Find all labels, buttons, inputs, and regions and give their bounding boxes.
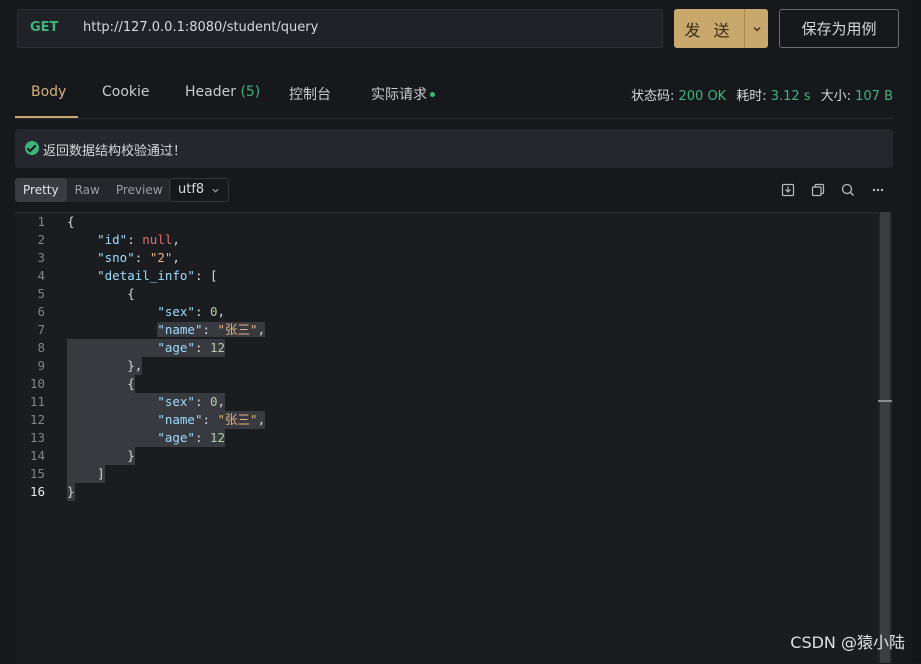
json-key: "name" bbox=[157, 412, 203, 427]
line-number: 15 bbox=[29, 466, 45, 481]
validation-banner: 返回数据结构校验通过！ bbox=[15, 129, 893, 168]
json-key: "id" bbox=[97, 232, 128, 247]
code-line: 13 "age": 12 bbox=[15, 429, 875, 447]
json-key: "name" bbox=[157, 322, 203, 337]
line-number: 9 bbox=[37, 358, 45, 373]
code-line: 7 "name": "张三", bbox=[15, 321, 875, 339]
window-edge bbox=[912, 0, 921, 663]
view-mode-preview[interactable]: Preview bbox=[108, 178, 171, 202]
watermark: CSDN @猿小陆 bbox=[790, 633, 905, 652]
line-number: 3 bbox=[37, 250, 45, 265]
response-stats: 状态码: 200 OK 耗时: 3.12 s 大小: 107 B bbox=[631, 85, 893, 104]
code-line: 1{ bbox=[15, 213, 875, 231]
size-label: 大小: bbox=[820, 89, 851, 104]
line-number: 14 bbox=[29, 448, 45, 463]
json-value: "张三" bbox=[217, 412, 258, 427]
code-line: 3 "sno": "2", bbox=[15, 249, 875, 267]
download-icon[interactable] bbox=[780, 182, 796, 198]
status-value: 200 OK bbox=[678, 89, 727, 104]
line-number: 6 bbox=[37, 304, 45, 319]
size-value: 107 B bbox=[855, 89, 893, 104]
line-number: 4 bbox=[37, 268, 45, 283]
json-key: "age" bbox=[157, 340, 195, 355]
tab-header-label: Header bbox=[185, 84, 236, 100]
line-number: 10 bbox=[29, 376, 45, 391]
time-value: 3.12 s bbox=[770, 89, 811, 104]
json-value: null bbox=[142, 232, 173, 247]
code-line: 12 "name": "张三", bbox=[15, 411, 875, 429]
scrollbar-marker bbox=[878, 400, 892, 402]
copy-icon[interactable] bbox=[810, 182, 826, 198]
view-mode-pretty[interactable]: Pretty bbox=[15, 178, 67, 202]
validation-message: 返回数据结构校验通过！ bbox=[43, 144, 187, 159]
json-key: "age" bbox=[157, 430, 195, 445]
line-number: 16 bbox=[29, 484, 45, 499]
code-line: 9 }, bbox=[15, 357, 875, 375]
status-label: 状态码: bbox=[630, 89, 675, 104]
tab-cookie[interactable]: Cookie bbox=[102, 84, 150, 100]
time-label: 耗时: bbox=[736, 89, 767, 104]
line-number: 1 bbox=[37, 214, 45, 229]
send-dropdown-button[interactable] bbox=[744, 9, 768, 48]
header-count-badge: (5) bbox=[240, 84, 261, 100]
code-line: 10 { bbox=[15, 375, 875, 393]
line-number: 12 bbox=[29, 412, 45, 427]
scrollbar-thumb[interactable] bbox=[880, 212, 890, 663]
code-line: 11 "sex": 0, bbox=[15, 393, 875, 411]
status-dot-icon bbox=[430, 91, 435, 97]
chevron-down-icon bbox=[753, 26, 760, 31]
url-bar[interactable]: GET http://127.0.0.1:8080/student/query bbox=[17, 9, 663, 48]
send-button[interactable]: 发 送 bbox=[674, 9, 744, 48]
json-value: "2" bbox=[149, 250, 173, 265]
tab-header[interactable]: Header (5) bbox=[185, 84, 260, 100]
json-value: "张三" bbox=[217, 322, 258, 337]
view-mode-raw[interactable]: Raw bbox=[67, 178, 108, 202]
tabs-divider bbox=[15, 118, 893, 119]
code-line: 4 "detail_info": [ bbox=[15, 267, 875, 285]
json-value: 0 bbox=[210, 304, 218, 319]
view-mode-switcher: Pretty Raw Preview bbox=[15, 178, 171, 202]
json-key: "sno" bbox=[97, 250, 135, 265]
more-icon[interactable] bbox=[870, 182, 886, 198]
code-line: 14 } bbox=[15, 447, 875, 465]
json-value: 12 bbox=[210, 430, 226, 445]
json-key: "sex" bbox=[157, 304, 195, 319]
line-number: 5 bbox=[37, 286, 45, 301]
code-line: 16} bbox=[15, 483, 875, 501]
code-line: 6 "sex": 0, bbox=[15, 303, 875, 321]
tab-body[interactable]: Body bbox=[31, 84, 66, 100]
line-number: 11 bbox=[29, 394, 45, 409]
json-key: "sex" bbox=[157, 394, 195, 409]
json-key: "detail_info" bbox=[97, 268, 195, 283]
save-as-case-button[interactable]: 保存为用例 bbox=[779, 9, 899, 48]
encoding-value: utf8 bbox=[178, 182, 205, 197]
line-number: 13 bbox=[29, 430, 45, 445]
tab-actual-request-label: 实际请求 bbox=[371, 87, 427, 103]
url-input[interactable]: http://127.0.0.1:8080/student/query bbox=[83, 20, 318, 35]
tab-console[interactable]: 控制台 bbox=[289, 84, 331, 104]
json-value: 12 bbox=[210, 340, 226, 355]
line-number: 8 bbox=[37, 340, 45, 355]
chevron-down-icon bbox=[212, 188, 219, 193]
code-line: 5 { bbox=[15, 285, 875, 303]
line-number: 7 bbox=[37, 322, 45, 337]
json-value: 0 bbox=[210, 394, 218, 409]
check-circle-icon bbox=[25, 141, 39, 155]
tab-actual-request[interactable]: 实际请求 bbox=[371, 84, 435, 104]
method-select[interactable]: GET bbox=[30, 20, 58, 35]
code-line: 8 "age": 12 bbox=[15, 339, 875, 357]
line-number: 2 bbox=[37, 232, 45, 247]
code-line: 2 "id": null, bbox=[15, 231, 875, 249]
code-line: 15 ] bbox=[15, 465, 875, 483]
encoding-select[interactable]: utf8 bbox=[169, 178, 229, 202]
search-icon[interactable] bbox=[840, 182, 856, 198]
